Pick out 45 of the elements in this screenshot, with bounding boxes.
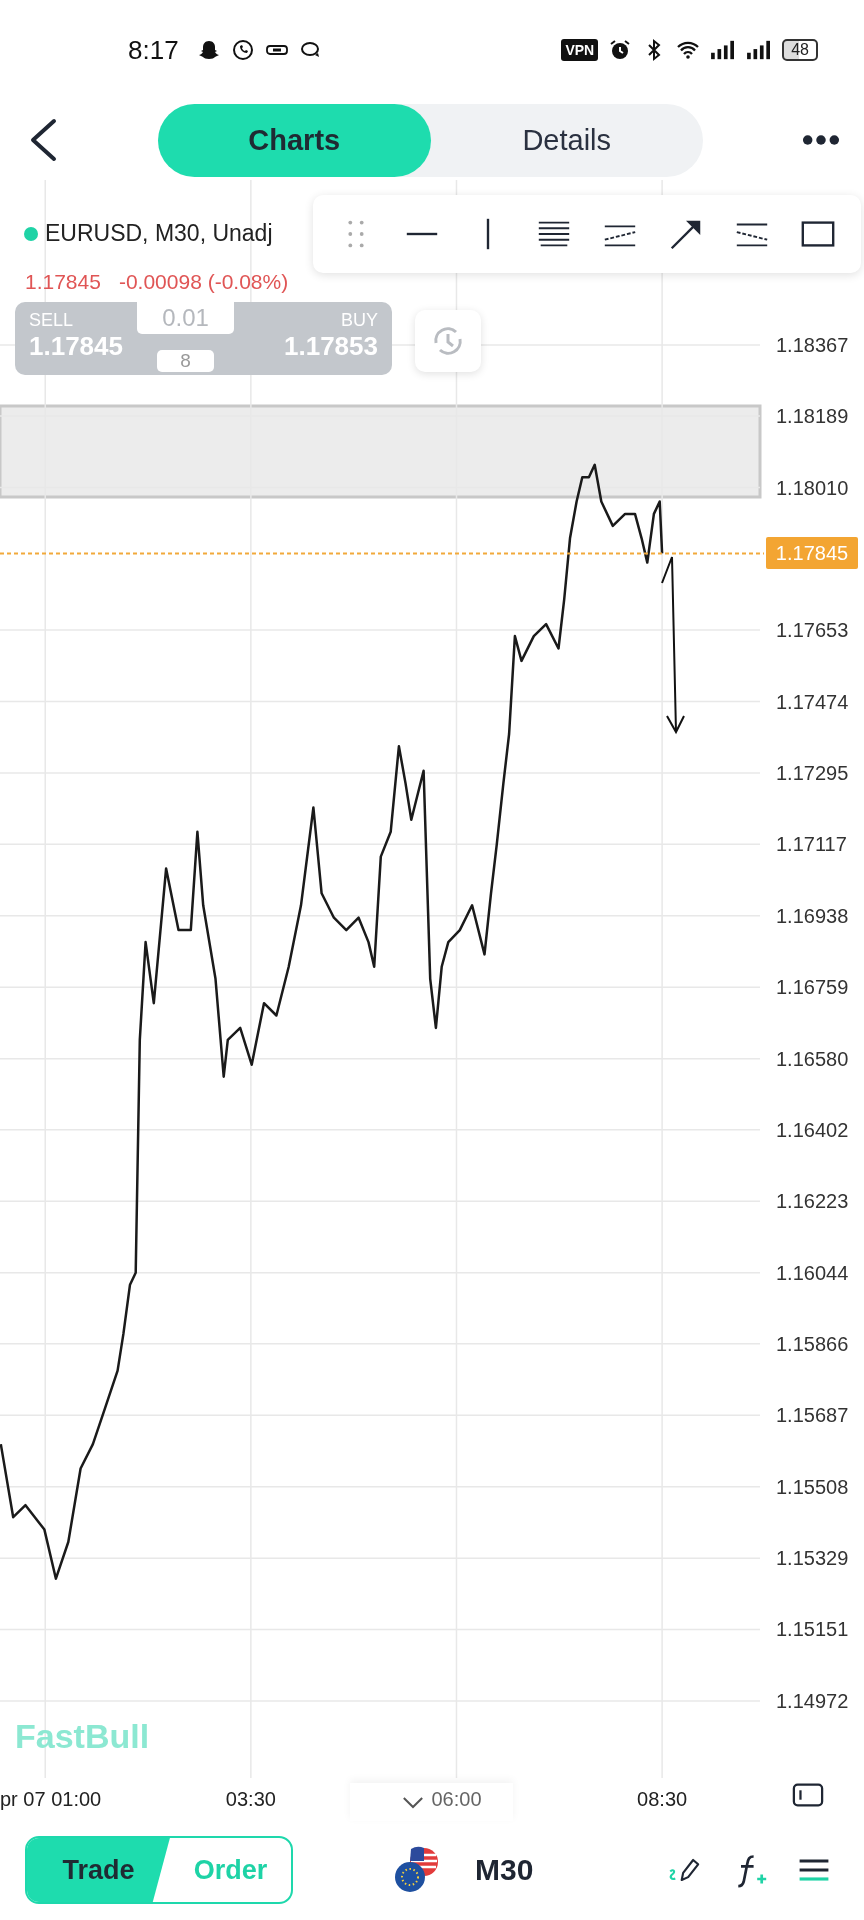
axis-label: 1.17653 <box>776 619 849 642</box>
status-time: 8:17 <box>128 34 179 66</box>
axis-label: 1.17117 <box>776 833 847 856</box>
axis-label: pr 07 01:00 <box>0 1788 102 1810</box>
axis-label: 1.15151 <box>776 1618 849 1641</box>
price-tag: 1.17845 <box>766 537 858 570</box>
axis-label: 1.17295 <box>776 762 849 785</box>
tab[interactable]: Details <box>430 103 703 177</box>
last-price: 1.17845 <box>25 270 101 294</box>
axis-label: 1.18010 <box>776 476 849 499</box>
panel-icon[interactable] <box>792 1782 824 1808</box>
axis-label: 1.16580 <box>776 1047 849 1070</box>
axis-label: 08:30 <box>637 1788 688 1810</box>
watermark-logo: FastBull <box>15 1717 150 1756</box>
tab[interactable]: Charts <box>158 103 431 177</box>
mode-tab[interactable]: Trade <box>27 1838 170 1902</box>
timeframe-button[interactable]: M30 <box>475 1853 534 1887</box>
vpn-badge: VPN <box>561 39 599 61</box>
axis-label: 1.15687 <box>776 1404 849 1427</box>
axis-label: 1.15329 <box>776 1547 849 1570</box>
axis-label: 1.15866 <box>776 1332 849 1355</box>
price-change: -0.00098 (-0.08%) <box>118 270 289 294</box>
time-panel[interactable] <box>350 1783 513 1821</box>
battery-indicator: 48 <box>782 39 818 61</box>
axis-label: 1.18367 <box>776 333 849 356</box>
axis-label: 06:00 <box>431 1788 482 1810</box>
axis-label: 1.16223 <box>776 1190 849 1213</box>
axis-label: 03:30 <box>225 1788 276 1810</box>
axis-label: 1.16044 <box>776 1261 849 1284</box>
signal-icon <box>710 39 737 61</box>
arrow-drawing[interactable] <box>661 556 685 735</box>
status-dot <box>24 226 38 241</box>
axis-label: 1.17474 <box>776 690 849 713</box>
more-icon[interactable] <box>802 134 840 146</box>
symbol-label: EURUSD, M30, Unadj <box>45 220 273 247</box>
axis-label: 1.16938 <box>776 904 849 927</box>
chevron-icon[interactable] <box>402 1795 424 1809</box>
axis-label: 1.15508 <box>776 1475 849 1498</box>
axis-label: 1.16402 <box>776 1118 849 1141</box>
axis-label: 1.16759 <box>776 976 849 999</box>
signal-icon <box>746 39 773 61</box>
axis-label: 1.18189 <box>776 405 849 428</box>
spread-badge: 8 <box>157 350 214 372</box>
axis-label: 1.14972 <box>776 1689 849 1712</box>
back-icon[interactable] <box>28 118 58 162</box>
